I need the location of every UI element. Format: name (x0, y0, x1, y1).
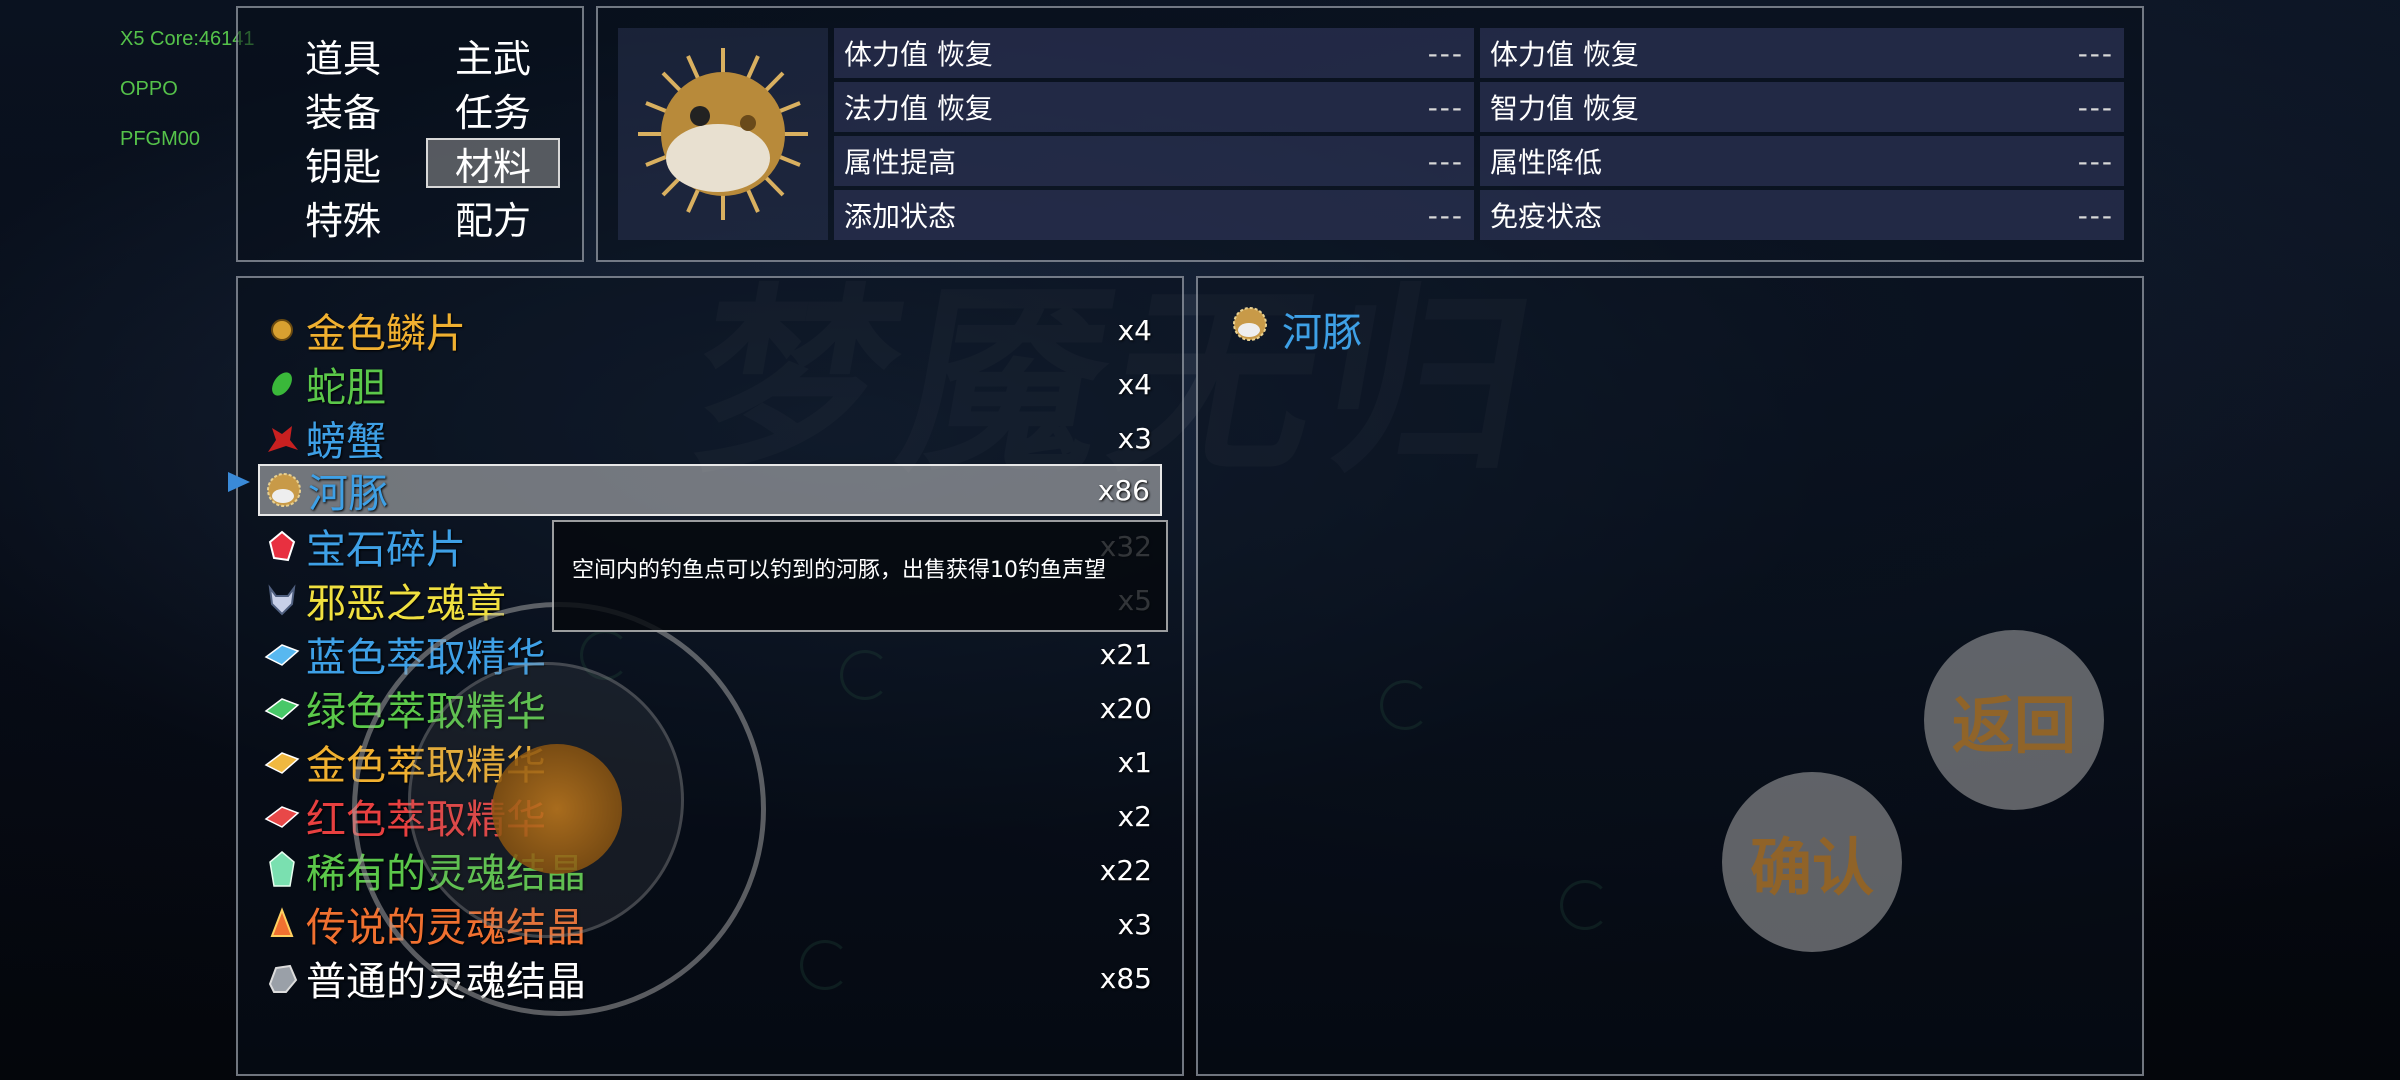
effect-immune-status: 免疫状态 --- (1480, 190, 2124, 240)
item-count: x2 (1117, 799, 1152, 833)
effect-hp-recover-2: 体力值 恢复 --- (1480, 28, 2124, 78)
item-count: x4 (1117, 367, 1152, 401)
item-count: x4 (1117, 313, 1152, 347)
effect-add-status: 添加状态 --- (834, 190, 1474, 240)
effect-label: 体力值 恢复 (1490, 38, 1639, 71)
red-essence-icon (260, 794, 304, 838)
selection-cursor-icon (228, 472, 250, 492)
item-name: 金色鳞片 (306, 311, 466, 357)
effect-value: --- (1427, 90, 1464, 124)
list-item[interactable]: 螃蟹 x3 (258, 412, 1162, 465)
category-special[interactable]: 特殊 (268, 190, 418, 244)
category-panel: 道具 主武 装备 任务 钥匙 材料 特殊 配方 (236, 6, 584, 262)
item-effects-panel: 体力值 恢复 --- 体力值 恢复 --- 法力值 恢复 --- 智力值 恢复 … (596, 6, 2144, 262)
item-count: x86 (1097, 473, 1150, 507)
item-count: x1 (1117, 745, 1152, 779)
blue-essence-icon (260, 632, 304, 676)
effect-int-recover: 智力值 恢复 --- (1480, 82, 2124, 132)
list-item[interactable]: 蛇胆 x4 (258, 358, 1162, 411)
effect-value: --- (2077, 198, 2114, 232)
list-item[interactable]: 普通的灵魂结晶 x85 (258, 952, 1162, 1005)
gold-scale-icon (260, 308, 304, 352)
common-soul-crystal-icon (260, 956, 304, 1000)
category-grid: 道具 主武 装备 任务 钥匙 材料 特殊 配方 (268, 28, 568, 248)
item-description-tooltip: 空间内的钓鱼点可以钓到的河豚，出售获得10钓鱼声望 (552, 520, 1168, 632)
category-quest[interactable]: 任务 (418, 82, 568, 136)
joystick-knob[interactable] (492, 744, 622, 874)
gem-shard-icon (260, 524, 304, 568)
detail-pufferfish-icon (1230, 304, 1270, 348)
effect-label: 体力值 恢复 (844, 38, 993, 71)
effect-value: --- (1427, 144, 1464, 178)
effect-value: --- (1427, 198, 1464, 232)
confirm-button[interactable]: 确认 (1722, 772, 1902, 952)
effect-value: --- (2077, 36, 2114, 70)
legend-soul-crystal-icon (260, 902, 304, 946)
list-item-selected[interactable]: 河豚 x86 (258, 464, 1162, 517)
effect-label: 属性提高 (844, 146, 957, 179)
effect-value: --- (2077, 90, 2114, 124)
detail-item-name: 河豚 (1282, 310, 1362, 356)
effect-stat-down: 属性降低 --- (1480, 136, 2124, 186)
rare-soul-crystal-icon (260, 848, 304, 892)
category-materials[interactable]: 材料 (426, 138, 560, 189)
evil-soul-badge-icon (260, 578, 304, 622)
effect-label: 法力值 恢复 (844, 92, 993, 125)
effect-label: 属性降低 (1490, 146, 1603, 179)
category-main-weapon[interactable]: 主武 (418, 28, 568, 82)
item-name: 蛇胆 (306, 365, 386, 411)
item-name: 螃蟹 (306, 419, 386, 465)
crab-icon (260, 416, 304, 460)
effect-value: --- (2077, 144, 2114, 178)
debug-model: PFGM00 (120, 128, 201, 150)
back-button[interactable]: 返回 (1924, 630, 2104, 810)
effect-label: 添加状态 (844, 200, 957, 233)
effect-label: 免疫状态 (1490, 200, 1603, 233)
item-name: 河豚 (308, 471, 388, 517)
debug-brand: OPPO (120, 78, 178, 100)
category-equipment[interactable]: 装备 (268, 82, 418, 136)
item-count: x3 (1117, 421, 1152, 455)
green-essence-icon (260, 686, 304, 730)
list-item[interactable]: 金色鳞片 x4 (258, 304, 1162, 357)
effect-stat-up: 属性提高 --- (834, 136, 1474, 186)
pufferfish-portrait-icon (638, 48, 808, 220)
category-keys[interactable]: 钥匙 (268, 136, 418, 190)
item-count: x21 (1099, 637, 1152, 671)
category-items[interactable]: 道具 (268, 28, 418, 82)
item-portrait (618, 28, 828, 240)
gold-essence-icon (260, 740, 304, 784)
effect-value: --- (1427, 36, 1464, 70)
effect-hp-recover: 体力值 恢复 --- (834, 28, 1474, 78)
item-count: x3 (1117, 907, 1152, 941)
item-count: x20 (1099, 691, 1152, 725)
effect-label: 智力值 恢复 (1490, 92, 1639, 125)
item-count: x85 (1099, 961, 1152, 995)
debug-core: X5 Core:46141 (120, 28, 255, 50)
item-count: x22 (1099, 853, 1152, 887)
effect-mp-recover: 法力值 恢复 --- (834, 82, 1474, 132)
category-recipes[interactable]: 配方 (418, 190, 568, 244)
pufferfish-icon (262, 468, 306, 512)
snake-gall-icon (260, 362, 304, 406)
